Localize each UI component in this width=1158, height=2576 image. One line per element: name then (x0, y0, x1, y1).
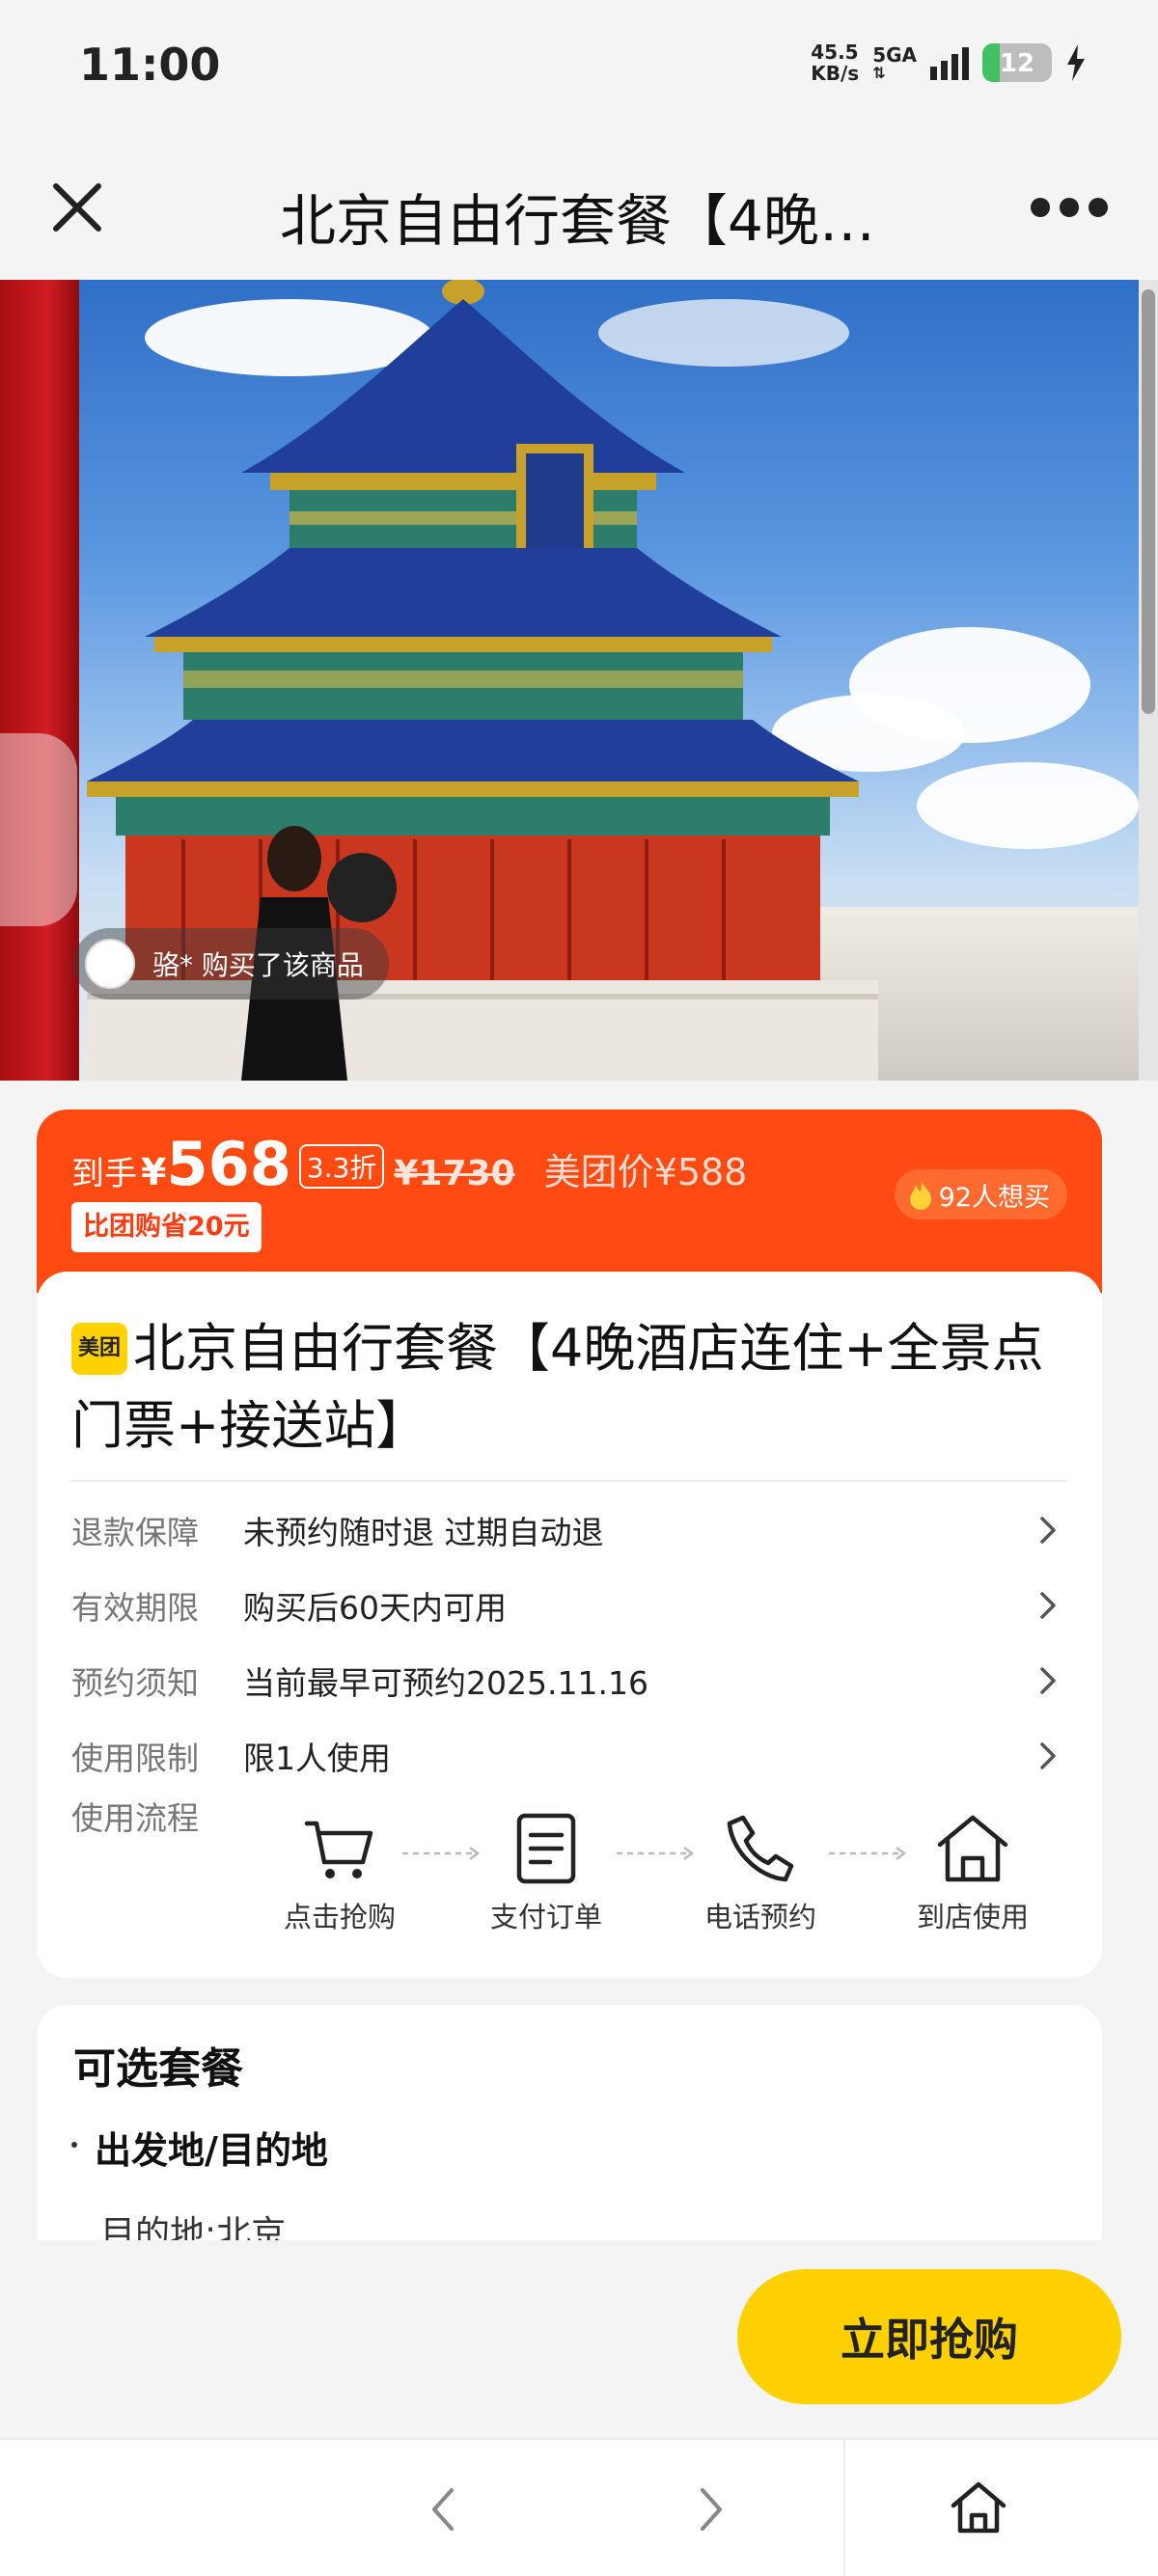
discount-badge: 3.3折 (298, 1144, 385, 1189)
info-row-refund[interactable]: 退款保障 未预约随时退 过期自动退 (71, 1501, 1067, 1559)
fire-icon (909, 1179, 931, 1210)
cart-icon (304, 1821, 373, 1878)
battery-icon: 12 (982, 43, 1052, 82)
chevron-right-icon (1040, 1667, 1056, 1694)
home-button[interactable] (948, 2477, 1009, 2538)
flow-step-label: 点击抢购 (283, 1901, 396, 1933)
package-title: 可选套餐 (73, 2044, 243, 2094)
original-price: ¥1730 (394, 1154, 515, 1193)
info-label: 有效期限 (71, 1589, 199, 1627)
info-value: 限1人使用 (243, 1740, 391, 1777)
dashed-arrow-icon (617, 1847, 695, 1860)
status-time: 11:00 (79, 39, 221, 91)
want-count-badge: 92人想买 (894, 1169, 1067, 1219)
flow-step-call: 电话预约 (688, 1812, 833, 1935)
chevron-right-icon (1040, 1592, 1056, 1619)
phone-icon (727, 1815, 794, 1882)
page-title: 北京自由行套餐【4晚… (280, 188, 875, 254)
flow-step-store: 到店使用 (900, 1812, 1045, 1935)
usage-flow-label: 使用流程 (71, 1799, 199, 1837)
flow-step-label: 支付订单 (489, 1901, 602, 1933)
back-button[interactable] (415, 2480, 473, 2538)
more-dot (1089, 198, 1108, 217)
flow-step-label: 电话预约 (703, 1901, 816, 1933)
info-label: 预约须知 (71, 1664, 199, 1702)
package-options-card: 可选套餐 出发地/目的地 目的地:北京 (37, 2005, 1102, 2240)
data-arrows-icon: ⇅ (872, 64, 886, 82)
info-row-validity[interactable]: 有效期限 购买后60天内可用 (71, 1576, 1067, 1634)
nav-bar: 北京自由行套餐【4晚… (0, 135, 1158, 280)
chevron-right-icon (701, 2488, 722, 2531)
want-count-text: 92人想买 (938, 1182, 1050, 1213)
close-icon (53, 183, 101, 232)
price-banner: 到手 ¥ 568 3.3折 ¥1730 美团价¥588 比团购省20元 92人想… (37, 1110, 1102, 1293)
package-destination[interactable]: 目的地:北京 (100, 2206, 286, 2240)
network-speed: 45.5 KB/s (811, 41, 860, 85)
document-icon (516, 1813, 576, 1884)
package-subtitle: 出发地/目的地 (95, 2129, 328, 2172)
avatar (85, 939, 135, 989)
price-row: 到手 ¥ 568 3.3折 ¥1730 美团价¥588 (71, 1129, 747, 1199)
forward-button[interactable] (681, 2480, 739, 2538)
product-title: 美团 北京自由行套餐【4晚酒店连住+全景点门票+接送站】 (71, 1310, 1085, 1465)
more-dot (1031, 198, 1050, 217)
info-row-booking[interactable]: 预约须知 当前最早可预约2025.11.16 (71, 1652, 1067, 1710)
red-pillar (0, 280, 79, 1081)
flow-step-pay: 支付订单 (474, 1812, 619, 1935)
status-bar: 11:00 45.5 KB/s 5GA ⇅ 12 (0, 0, 1158, 135)
price-currency: ¥ (141, 1151, 167, 1193)
close-button[interactable] (48, 178, 106, 236)
home-icon (951, 2481, 1006, 2534)
chevron-right-icon (1040, 1742, 1056, 1769)
info-row-usage-limit[interactable]: 使用限制 限1人使用 (71, 1727, 1067, 1785)
info-label: 退款保障 (71, 1514, 199, 1551)
chevron-right-icon (1040, 1517, 1056, 1544)
buyer-notice-text: 骆* 购买了该商品 (152, 949, 364, 981)
buyer-notice: 骆* 购买了该商品 (73, 928, 389, 1000)
price-prefix: 到手 (71, 1155, 137, 1193)
flow-step-buy: 点击抢购 (267, 1812, 412, 1935)
dashed-arrow-icon (829, 1847, 907, 1860)
final-price: 568 (166, 1129, 291, 1199)
product-detail-card: 美团 北京自由行套餐【4晚酒店连住+全景点门票+接送站】 退款保障 未预约随时退 … (37, 1272, 1102, 1978)
bullet-dot (71, 2142, 77, 2148)
flow-step-label: 到店使用 (916, 1901, 1029, 1933)
save-tag: 比团购省20元 (71, 1202, 262, 1252)
status-indicators: 45.5 KB/s 5GA ⇅ 12 (811, 39, 1087, 87)
dashed-arrow-icon (402, 1847, 481, 1860)
charging-icon (1067, 44, 1085, 81)
info-value: 未预约随时退 过期自动退 (243, 1514, 604, 1551)
product-title-text: 北京自由行套餐【4晚酒店连住+全景点门票+接送站】 (71, 1318, 1044, 1456)
meituan-price: 美团价¥588 (543, 1151, 748, 1193)
meituan-logo: 美团 (71, 1323, 127, 1375)
info-value: 购买后60天内可用 (243, 1589, 507, 1627)
cloud (917, 762, 1139, 849)
info-value: 当前最早可预约2025.11.16 (243, 1664, 648, 1702)
store-icon (937, 1815, 1008, 1882)
side-float-icon (0, 733, 77, 926)
more-button[interactable] (1031, 188, 1108, 227)
network-type: 5GA ⇅ (872, 43, 917, 82)
signal-icon (930, 45, 969, 80)
divider (71, 1480, 1067, 1482)
browser-toolbar (0, 2438, 1158, 2576)
info-label: 使用限制 (71, 1740, 199, 1777)
buy-now-button[interactable]: 立即抢购 (737, 2269, 1121, 2404)
chevron-left-icon (432, 2488, 454, 2531)
scrollbar-thumb[interactable] (1142, 289, 1155, 714)
divider (843, 2440, 845, 2576)
more-dot (1060, 198, 1079, 217)
